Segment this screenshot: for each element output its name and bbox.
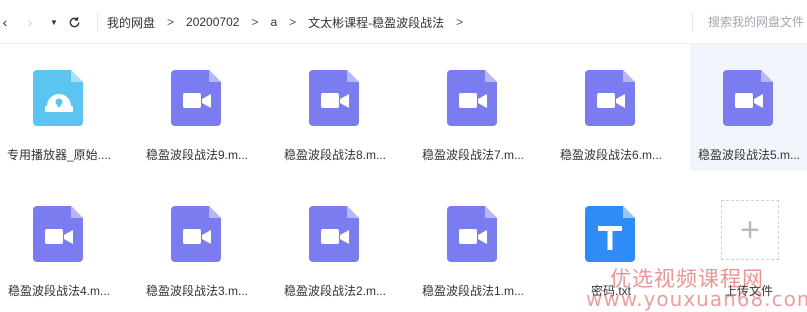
plus-icon[interactable]: + bbox=[721, 200, 779, 260]
video-file-icon bbox=[583, 68, 639, 128]
breadcrumb-item-course[interactable]: 文太彬课程-稳盈波段战法 bbox=[308, 14, 444, 31]
breadcrumb-separator: > bbox=[289, 15, 297, 29]
file-name: 稳盈波段战法5.m... bbox=[697, 148, 800, 162]
breadcrumb-item-date[interactable]: 20200702 bbox=[186, 15, 239, 29]
file-name: 稳盈波段战法8.m... bbox=[283, 148, 386, 162]
video-file-icon bbox=[169, 204, 225, 264]
file-grid: 专用播放器_原始.... 稳盈波段战法9.m... 稳盈波段战法8.m... 稳… bbox=[0, 44, 807, 312]
file-name: 密码.txt bbox=[590, 284, 631, 298]
file-name: 专用播放器_原始.... bbox=[6, 148, 111, 162]
file-tile[interactable]: 稳盈波段战法4.m... bbox=[0, 180, 118, 307]
breadcrumb-separator: > bbox=[251, 15, 259, 29]
file-name: 稳盈波段战法6.m... bbox=[559, 148, 662, 162]
file-tile[interactable]: 稳盈波段战法6.m... bbox=[552, 44, 670, 171]
video-file-icon bbox=[307, 204, 363, 264]
toolbar: ‹ › ▼ 我的网盘 > 20200702 > a > 文太彬课程-稳盈波段战法… bbox=[0, 0, 807, 44]
search-input[interactable] bbox=[708, 13, 807, 31]
chevron-right-icon[interactable]: › bbox=[22, 13, 38, 31]
file-tile[interactable]: 稳盈波段战法3.m... bbox=[138, 180, 256, 307]
file-tile[interactable]: 稳盈波段战法7.m... bbox=[414, 44, 532, 171]
breadcrumb-item-root[interactable]: 我的网盘 bbox=[107, 14, 155, 31]
file-tile[interactable]: 专用播放器_原始.... bbox=[0, 44, 118, 171]
file-name: 稳盈波段战法1.m... bbox=[421, 284, 524, 298]
breadcrumb-item-a[interactable]: a bbox=[270, 15, 277, 29]
video-file-icon bbox=[445, 68, 501, 128]
chevron-left-icon[interactable]: ‹ bbox=[0, 13, 10, 31]
toolbar-divider bbox=[97, 12, 98, 32]
file-name: 稳盈波段战法2.m... bbox=[283, 284, 386, 298]
breadcrumb-separator: > bbox=[456, 15, 464, 29]
text-file-icon bbox=[583, 204, 639, 264]
video-file-icon bbox=[307, 68, 363, 128]
file-tile[interactable]: 稳盈波段战法1.m... bbox=[414, 180, 532, 307]
file-name: 稳盈波段战法3.m... bbox=[145, 284, 248, 298]
breadcrumb: 我的网盘 > 20200702 > a > 文太彬课程-稳盈波段战法 > bbox=[107, 14, 475, 30]
caret-down-icon[interactable]: ▼ bbox=[46, 13, 62, 31]
refresh-icon[interactable] bbox=[66, 13, 82, 31]
video-file-icon bbox=[445, 204, 501, 264]
file-tile[interactable]: 稳盈波段战法2.m... bbox=[276, 180, 394, 307]
video-file-icon bbox=[31, 204, 87, 264]
breadcrumb-separator: > bbox=[167, 15, 175, 29]
upload-tile[interactable]: + 上传文件 bbox=[690, 180, 807, 307]
upload-label: 上传文件 bbox=[724, 284, 773, 298]
file-name: 稳盈波段战法7.m... bbox=[421, 148, 524, 162]
file-tile[interactable]: 密码.txt bbox=[552, 180, 670, 307]
video-file-icon bbox=[721, 68, 777, 128]
video-file-icon bbox=[169, 68, 225, 128]
file-tile[interactable]: 稳盈波段战法9.m... bbox=[138, 44, 256, 171]
file-tile-selected[interactable]: 稳盈波段战法5.m... bbox=[690, 44, 807, 171]
file-tile[interactable]: 稳盈波段战法8.m... bbox=[276, 44, 394, 171]
player-app-icon bbox=[31, 68, 87, 128]
file-name: 稳盈波段战法9.m... bbox=[145, 148, 248, 162]
search-divider bbox=[692, 12, 693, 32]
file-name: 稳盈波段战法4.m... bbox=[7, 284, 110, 298]
